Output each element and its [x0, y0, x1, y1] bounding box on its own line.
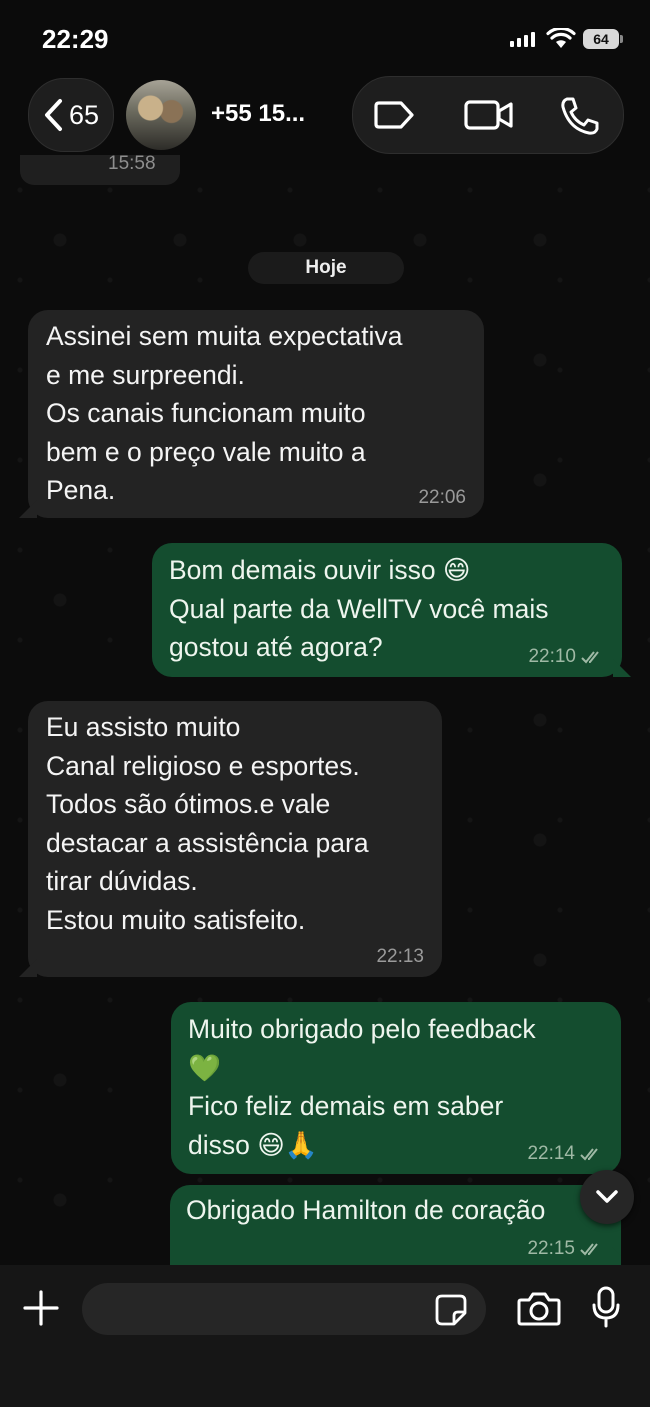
message-time: 22:10 — [528, 647, 606, 667]
message-time-label: 22:15 — [527, 1238, 575, 1259]
video-camera-icon[interactable] — [463, 95, 515, 135]
message-time: 22:13 — [376, 947, 424, 967]
message-bubble-outgoing[interactable]: Bom demais ouvir isso 😄 Qual parte da We… — [152, 543, 622, 677]
message-bubble-incoming[interactable]: Eu assisto muito Canal religioso e espor… — [28, 701, 442, 977]
message-text: Bom demais ouvir isso 😄 Qual parte da We… — [169, 555, 549, 662]
chevron-left-icon — [44, 99, 62, 131]
back-button[interactable]: 65 — [28, 78, 114, 152]
date-separator: Hoje — [248, 252, 404, 284]
message-bubble-incoming[interactable]: Assinei sem muita expectativa e me surpr… — [28, 310, 484, 518]
cellular-signal-icon — [510, 32, 535, 47]
sticker-icon[interactable] — [434, 1293, 468, 1327]
message-bubble-outgoing[interactable]: Muito obrigado pelo feedback 💚 Fico feli… — [171, 1002, 621, 1174]
unread-count: 65 — [68, 99, 100, 130]
status-bar: 22:29 64 — [0, 0, 650, 78]
message-text: Assinei sem muita expectativa e me surpr… — [46, 321, 403, 505]
message-time-label: 22:14 — [527, 1143, 575, 1164]
previous-message-time: 15:58 — [108, 155, 156, 174]
message-text: Muito obrigado pelo feedback 💚 Fico feli… — [188, 1014, 536, 1160]
status-time: 22:29 — [42, 24, 109, 54]
message-time: 22:14 — [527, 1144, 605, 1164]
message-time-label: 22:10 — [528, 646, 576, 667]
plus-icon[interactable] — [22, 1289, 60, 1327]
microphone-icon[interactable] — [590, 1285, 622, 1329]
wifi-icon — [546, 28, 576, 48]
battery-icon: 64 — [583, 29, 623, 49]
double-check-icon — [580, 1148, 598, 1161]
message-time-label: 22:13 — [376, 946, 424, 967]
previous-message-stub: 15:58 — [20, 155, 180, 185]
label-tag-icon[interactable] — [373, 95, 417, 135]
message-time: 22:15 — [527, 1239, 605, 1259]
contact-avatar[interactable] — [126, 80, 196, 150]
message-text: Eu assisto muito Canal religioso e espor… — [46, 712, 369, 935]
message-input[interactable] — [82, 1283, 486, 1335]
double-check-icon — [580, 1243, 598, 1256]
call-actions — [352, 76, 624, 154]
message-bubble-outgoing[interactable]: Obrigado Hamilton de coração 22:15 — [170, 1185, 621, 1265]
composer-bar — [0, 1265, 650, 1407]
double-check-icon — [581, 651, 599, 664]
chevron-down-icon — [596, 1190, 618, 1203]
message-time: 22:06 — [418, 488, 466, 508]
phone-icon[interactable] — [557, 95, 601, 137]
scroll-to-bottom-button[interactable] — [580, 1170, 634, 1224]
contact-name[interactable]: +55 15... — [211, 100, 305, 128]
battery-level: 64 — [593, 31, 609, 47]
camera-icon[interactable] — [516, 1289, 562, 1329]
message-time-label: 22:06 — [418, 487, 466, 508]
message-text: Obrigado Hamilton de coração — [186, 1195, 546, 1225]
